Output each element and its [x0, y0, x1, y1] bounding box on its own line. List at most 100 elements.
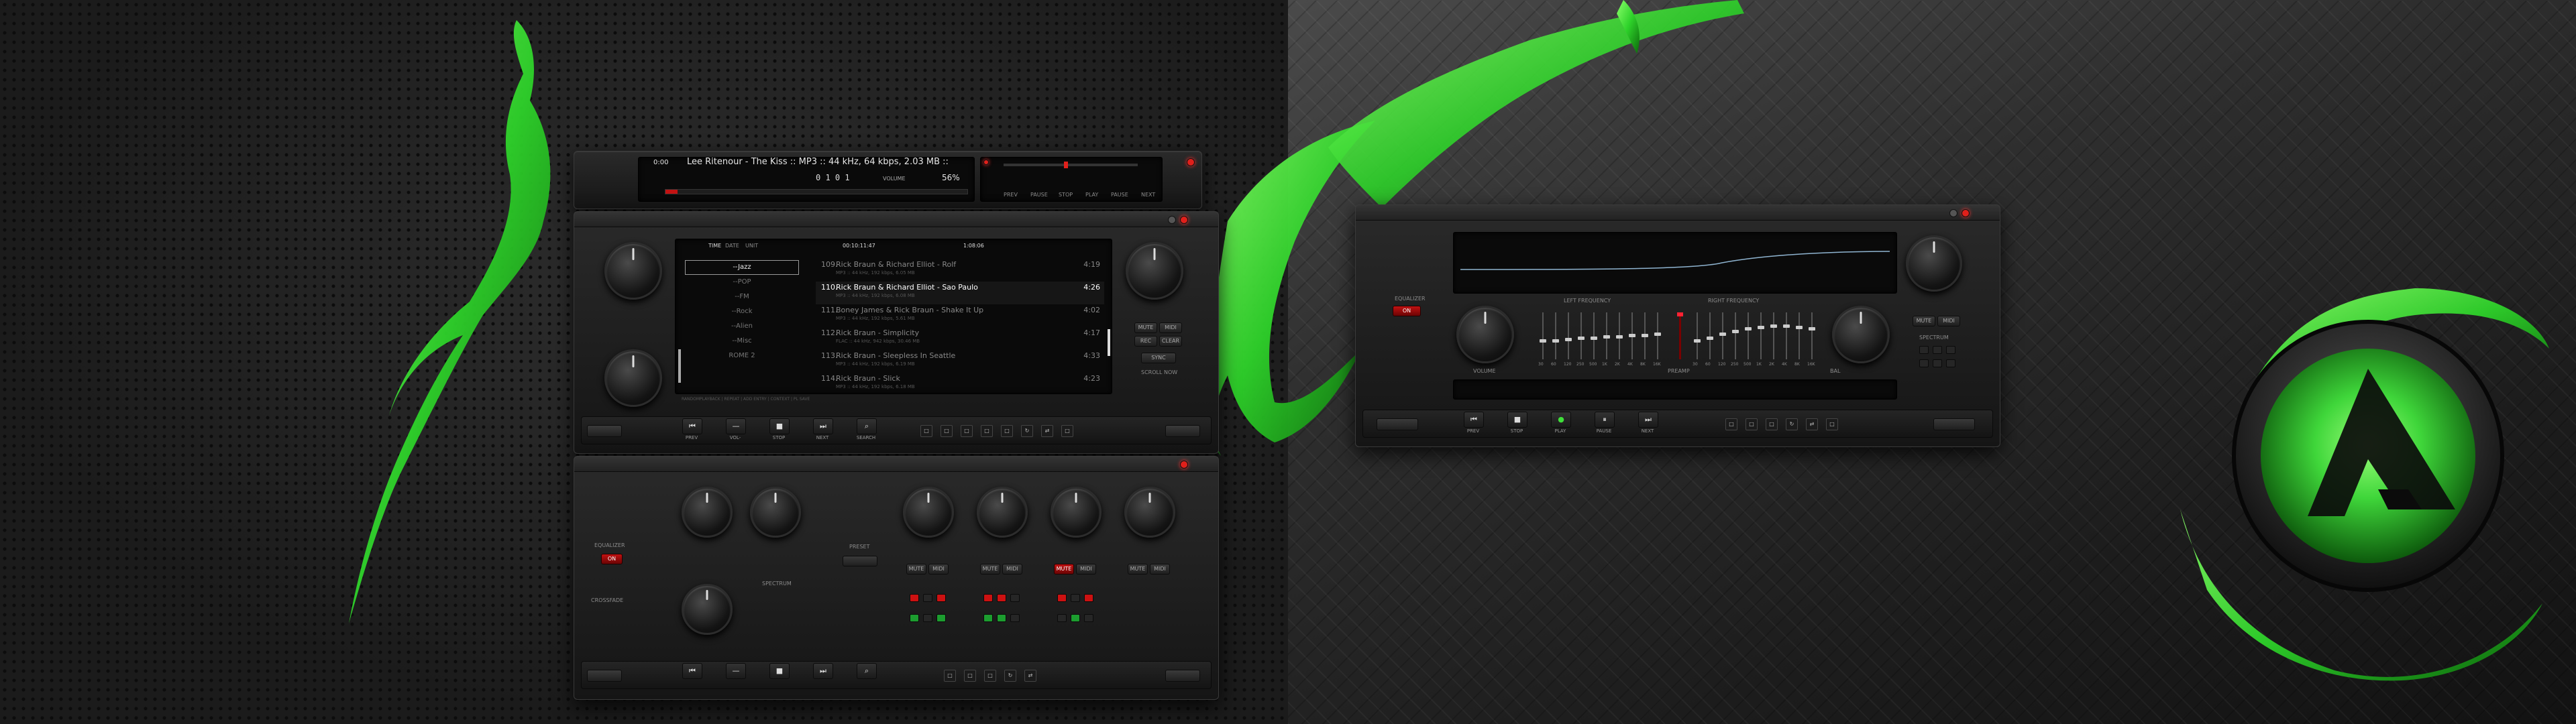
- eq-band-handle[interactable]: [1642, 334, 1648, 337]
- rec-button[interactable]: REC: [1134, 336, 1157, 347]
- eq-band-slider[interactable]: [1770, 312, 1777, 359]
- pad[interactable]: [910, 594, 919, 602]
- eq-band-handle[interactable]: [1578, 337, 1585, 340]
- genre-item[interactable]: --Misc: [685, 334, 799, 349]
- genre-item[interactable]: ROME 2: [685, 349, 799, 363]
- playlist-action-icon[interactable]: □: [1001, 425, 1013, 437]
- eq-band-handle[interactable]: [1758, 326, 1764, 329]
- genre-item[interactable]: --Rock: [685, 304, 799, 319]
- next-button-right[interactable]: ⏭: [1638, 412, 1658, 428]
- mute-button[interactable]: MUTE: [1134, 322, 1157, 333]
- eq-band-slider[interactable]: [1783, 312, 1790, 359]
- vol-down-button[interactable]: —: [726, 663, 746, 679]
- track-row[interactable]: 109. Rick Braun & Richard Elliot - Rolf …: [816, 259, 1104, 282]
- eq-on-button-right[interactable]: ON: [1393, 306, 1421, 316]
- eq-toggle-button[interactable]: [1165, 670, 1200, 682]
- playlist-action-icon[interactable]: □: [1766, 418, 1778, 430]
- eq-band-slider[interactable]: [1578, 312, 1585, 359]
- playlist-action-icon[interactable]: □: [981, 425, 993, 437]
- track-row[interactable]: 114. Rick Braun - Slick MP3 :: 44 kHz, 1…: [816, 373, 1104, 396]
- balance-knob[interactable]: [604, 349, 662, 407]
- eq-band-handle[interactable]: [1694, 339, 1701, 343]
- eq-band-handle[interactable]: [1719, 333, 1726, 336]
- track-scrollbar[interactable]: [1108, 329, 1110, 356]
- play-button-right[interactable]: ●: [1551, 412, 1571, 428]
- mixer-knob-4[interactable]: [903, 487, 954, 538]
- pad[interactable]: [910, 614, 919, 622]
- eq-band-handle[interactable]: [1707, 337, 1713, 340]
- channel-2-midi-button[interactable]: MIDI: [1002, 564, 1022, 575]
- pad[interactable]: [1071, 594, 1080, 602]
- eq-band-handle[interactable]: [1809, 327, 1815, 330]
- transport-label-play[interactable]: PLAY: [1085, 192, 1098, 198]
- channel-2-mute-button[interactable]: MUTE: [980, 564, 1000, 575]
- pad[interactable]: [923, 594, 932, 602]
- eq-band-handle[interactable]: [1591, 337, 1597, 340]
- playlist-minimize-icon[interactable]: [1168, 216, 1176, 224]
- eq-band-handle[interactable]: [1796, 326, 1803, 329]
- playlist-action-icon[interactable]: □: [1746, 418, 1758, 430]
- equalizer-minimize-icon[interactable]: [1949, 209, 1957, 217]
- pad[interactable]: [1010, 614, 1020, 622]
- pitch-knob[interactable]: [1126, 242, 1183, 300]
- transport-label-pause-2[interactable]: PAUSE: [1111, 192, 1128, 198]
- playlist-action-icon[interactable]: □: [920, 425, 932, 437]
- mixer-knob-2[interactable]: [750, 487, 801, 538]
- eq-band-slider[interactable]: [1654, 312, 1661, 359]
- eq-on-button[interactable]: ON: [601, 554, 623, 564]
- pl-toggle-button[interactable]: [1377, 418, 1418, 430]
- track-row[interactable]: 112. Rick Braun - Simplicity FLAC :: 44 …: [816, 327, 1104, 350]
- pad[interactable]: [1084, 594, 1093, 602]
- pad[interactable]: [1919, 346, 1929, 354]
- pad[interactable]: [923, 614, 932, 622]
- eq-band-handle[interactable]: [1552, 339, 1559, 343]
- pad[interactable]: [997, 594, 1006, 602]
- eq-band-handle[interactable]: [1770, 324, 1777, 328]
- repeat-icon[interactable]: ↻: [1786, 418, 1798, 430]
- prev-button[interactable]: ⏮: [682, 663, 702, 679]
- eq-band-slider[interactable]: [1707, 312, 1713, 359]
- progress-bar[interactable]: [665, 189, 968, 194]
- eq-toggle-button[interactable]: [1165, 425, 1200, 437]
- pad[interactable]: [983, 614, 993, 622]
- mixer-knob-7[interactable]: [1124, 487, 1175, 538]
- pad[interactable]: [1946, 359, 1955, 367]
- tab-unit[interactable]: UNIT: [745, 243, 758, 249]
- repeat-icon[interactable]: ↻: [1004, 670, 1016, 682]
- pad[interactable]: [997, 614, 1006, 622]
- playlist-action-icon[interactable]: □: [1725, 418, 1737, 430]
- channel-4-midi-button[interactable]: MIDI: [1150, 564, 1170, 575]
- playlist-action-icon[interactable]: □: [944, 670, 956, 682]
- genre-item[interactable]: --FM: [685, 290, 799, 304]
- eq-band-slider[interactable]: [1719, 312, 1726, 359]
- transport-label-next[interactable]: NEXT: [1141, 192, 1155, 198]
- repeat-icon[interactable]: ↻: [1021, 425, 1033, 437]
- channel-1-midi-button[interactable]: MIDI: [928, 564, 949, 575]
- pad[interactable]: [1933, 346, 1942, 354]
- prev-button-right[interactable]: ⏮: [1464, 412, 1484, 428]
- preset-button[interactable]: [843, 556, 877, 566]
- transport-label-stop[interactable]: STOP: [1059, 192, 1073, 198]
- preamp-slider-handle[interactable]: [1677, 312, 1683, 316]
- shuffle-icon[interactable]: ⇄: [1806, 418, 1818, 430]
- midi-button[interactable]: MIDI: [1159, 322, 1182, 333]
- eq-band-handle[interactable]: [1783, 324, 1790, 328]
- playlist-action-icon[interactable]: □: [984, 670, 996, 682]
- mixer-knob-1[interactable]: [682, 487, 733, 538]
- pl-toggle-button[interactable]: [587, 670, 622, 682]
- pad[interactable]: [936, 614, 946, 622]
- pad[interactable]: [1084, 614, 1093, 622]
- eq-band-slider[interactable]: [1642, 312, 1648, 359]
- eq-band-handle[interactable]: [1565, 338, 1572, 341]
- transport-label-pause[interactable]: PAUSE: [1030, 192, 1048, 198]
- eq-band-slider[interactable]: [1552, 312, 1559, 359]
- eq-band-handle[interactable]: [1540, 339, 1546, 343]
- pad[interactable]: [1919, 359, 1929, 367]
- channel-1-mute-button[interactable]: MUTE: [906, 564, 926, 575]
- pad[interactable]: [1946, 346, 1955, 354]
- preamp-slider[interactable]: [1677, 312, 1683, 359]
- mute-button-right[interactable]: MUTE: [1913, 316, 1935, 326]
- mixer-knob-6[interactable]: [1051, 487, 1102, 538]
- pad[interactable]: [1010, 594, 1020, 602]
- track-row[interactable]: 111. Boney James & Rick Braun - Shake It…: [816, 304, 1104, 327]
